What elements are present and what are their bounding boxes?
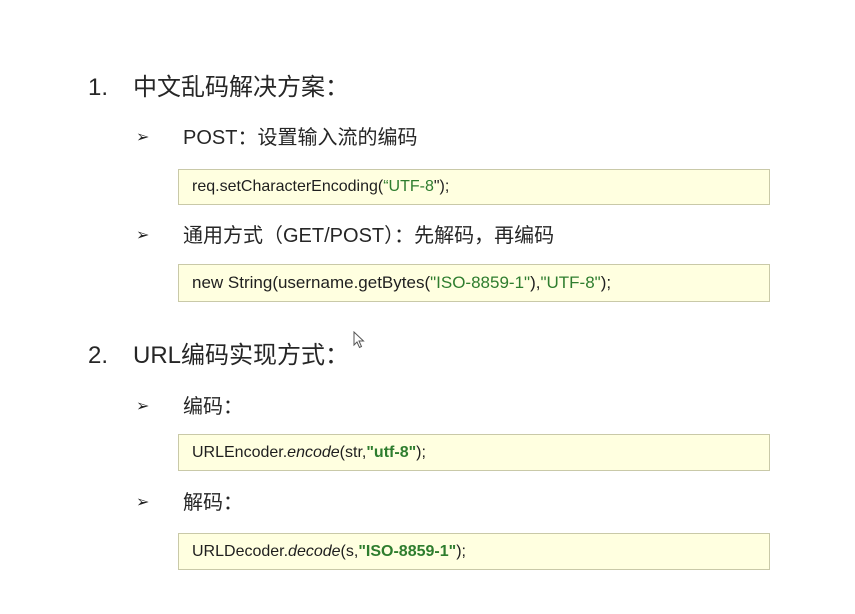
code-encode-string: "utf-8" [366,443,417,461]
code-decode-args: (s, [340,542,359,560]
section-2-number: 2. [88,342,109,369]
arrow-bullet-icon: ➢ [136,227,150,244]
code-post-suffix: "); [433,178,450,195]
bullet-post-label: POST：设置输入流的编码 [183,127,418,149]
arrow-bullet-icon: ➢ [136,129,150,146]
code-general-string-2: "UTF-8" [540,273,601,292]
code-encode-args: (str, [339,443,367,461]
code-box-general: new String(username.getBytes("ISO-8859-1… [178,264,770,302]
bullet-general-label: 通用方式（GET/POST）：先解码，再编码 [183,225,555,247]
section-2-title: URL编码实现方式： [133,342,350,369]
section-1-heading: 1. 中文乱码解决方案： [88,73,349,103]
arrow-bullet-icon: ➢ [136,398,150,415]
code-post-prefix: req.setCharacterEncoding( [192,178,384,195]
arrow-bullet-icon: ➢ [136,494,150,511]
section-1-number: 1. [88,74,109,101]
bullet-encode-label: 编码： [183,396,243,418]
bullet-general: ➢ 通用方式（GET/POST）：先解码，再编码 [136,223,554,249]
code-decode-suffix: ); [456,542,466,560]
code-decode-prefix: URLDecoder. [192,542,289,560]
bullet-post: ➢ POST：设置输入流的编码 [136,125,417,151]
bullet-decode-label: 解码： [183,492,243,514]
code-general-mid: ), [530,273,541,292]
code-box-encode: URLEncoder. encode (str, "utf-8"); [178,434,770,471]
section-2-heading: 2. URL编码实现方式： [88,341,349,371]
code-general-prefix: new String(username.getBytes( [192,273,431,292]
code-encode-method: encode [287,443,340,461]
mouse-cursor-icon [353,331,365,349]
code-box-post: req.setCharacterEncoding(“UTF-8 "); [178,169,770,205]
code-general-suffix: ); [600,273,612,292]
code-box-decode: URLDecoder. decode (s, "ISO-8859-1"); [178,533,770,570]
section-1-title: 中文乱码解决方案： [133,74,349,101]
code-encode-suffix: ); [416,443,426,461]
code-encode-prefix: URLEncoder. [192,443,288,461]
code-decode-method: decode [288,542,341,560]
code-general-string-1: "ISO-8859-1" [430,273,531,292]
bullet-decode: ➢ 解码： [136,490,243,516]
code-decode-string: "ISO-8859-1" [358,542,457,560]
bullet-encode: ➢ 编码： [136,394,243,420]
code-post-string: “UTF-8 [383,178,434,195]
